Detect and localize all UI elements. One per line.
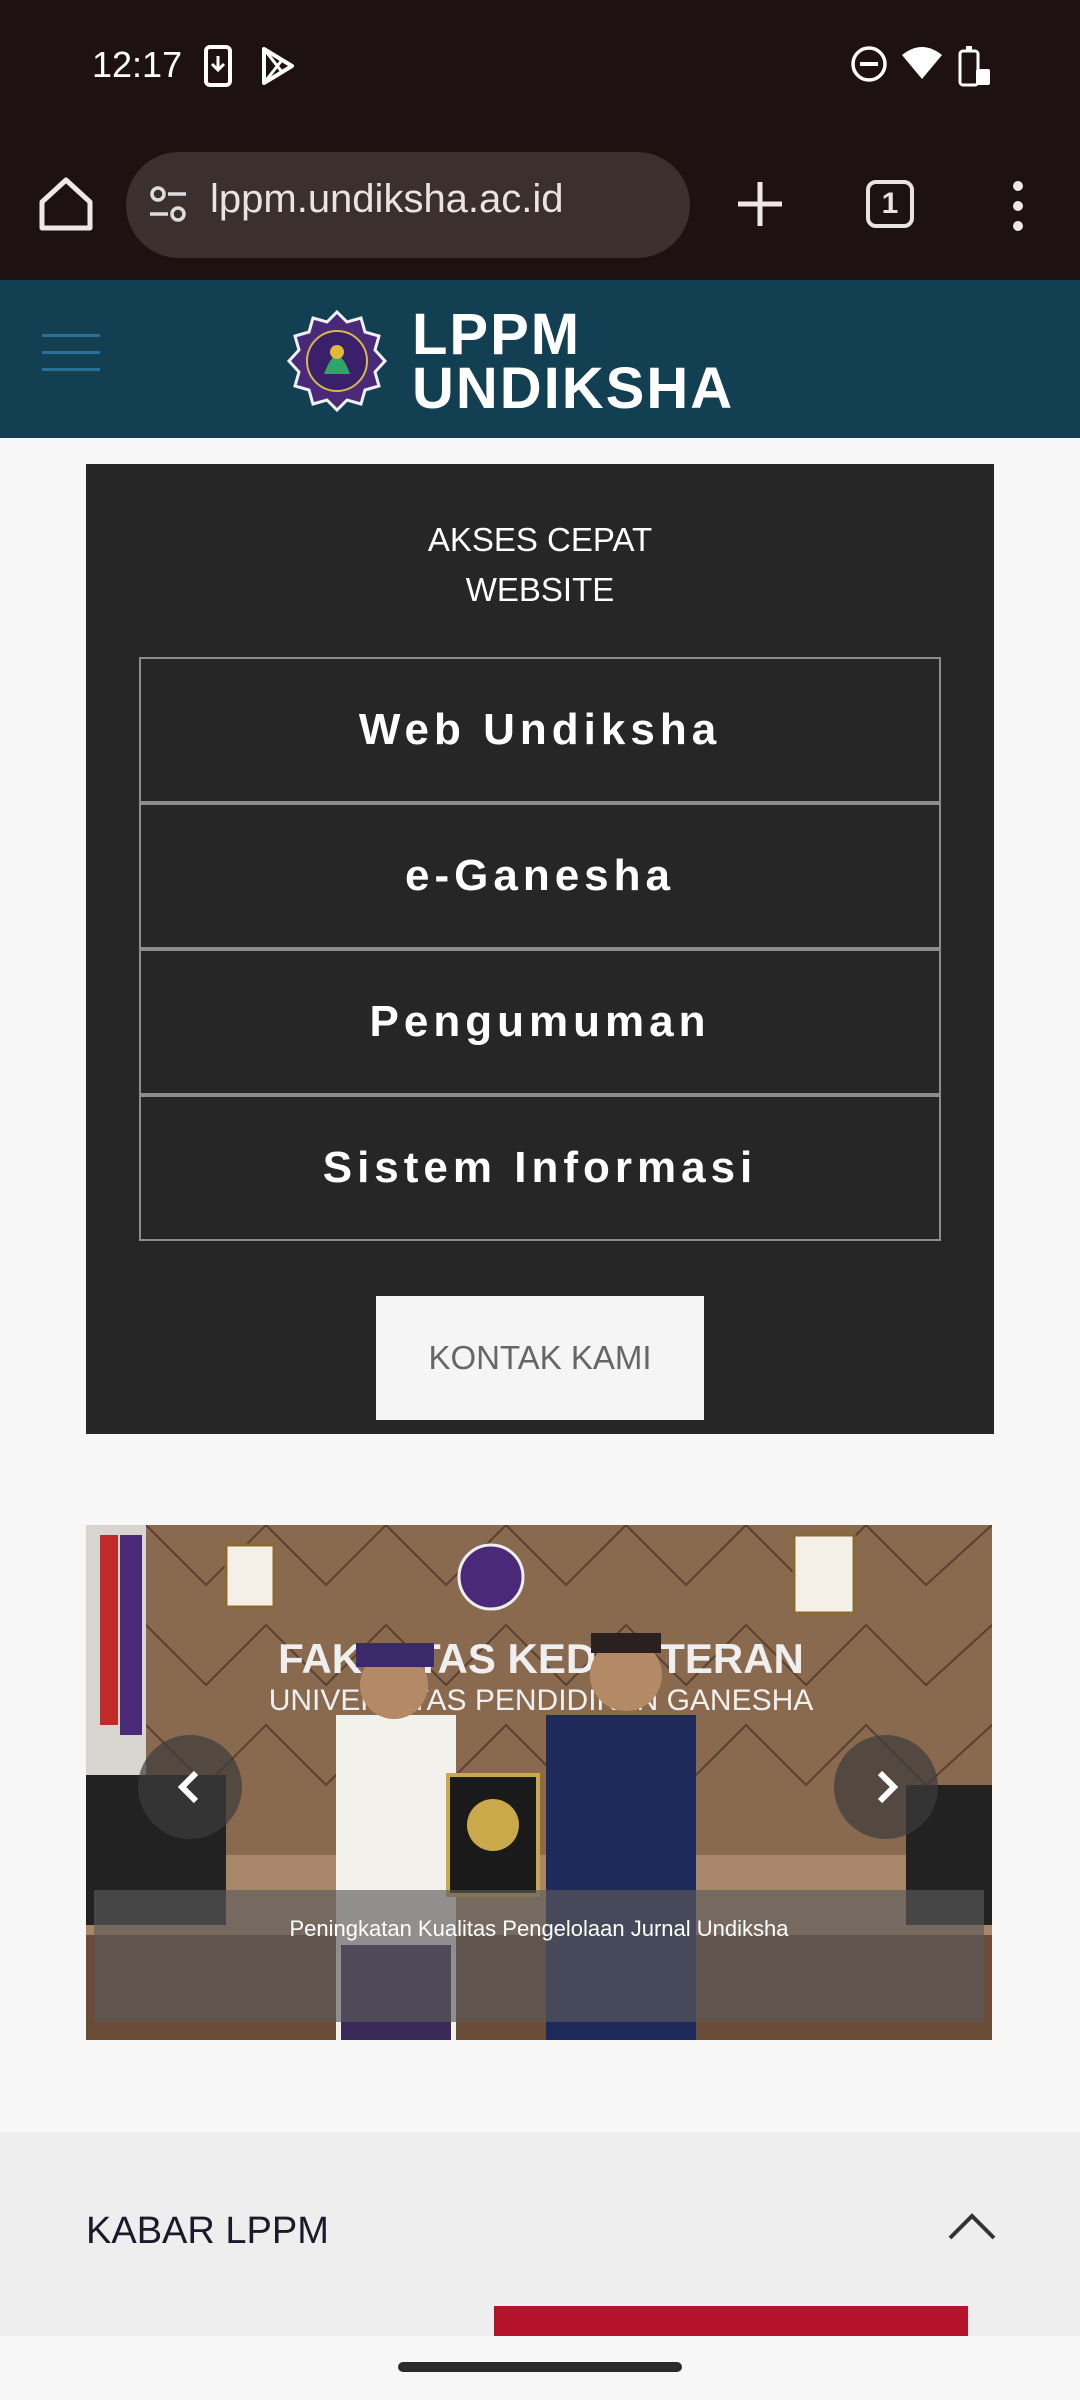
url-text[interactable]: lppm.undiksha.ac.id <box>210 177 564 222</box>
chevron-right-icon <box>877 1770 899 1804</box>
banner-line-2: UNIVERSITAS PENDIDIKAN GANESHA <box>269 1684 814 1717</box>
hamburger-menu-icon[interactable] <box>42 334 100 376</box>
section-title: KABAR LPPM <box>86 2210 329 2252</box>
contact-us-button[interactable]: KONTAK KAMI <box>376 1296 704 1420</box>
slide-caption: Peningkatan Kualitas Pengelolaan Jurnal … <box>94 1890 984 2022</box>
chevron-left-icon <box>177 1770 199 1804</box>
link-e-ganesha[interactable]: e-Ganesha <box>139 803 941 949</box>
wifi-icon <box>902 47 942 79</box>
new-tab-icon[interactable] <box>734 178 786 230</box>
more-options-icon[interactable] <box>1000 178 1036 234</box>
status-time: 12:17 <box>92 44 183 85</box>
quick-access-title-line-2: WEBSITE <box>465 571 615 608</box>
tab-switcher-button[interactable]: 1 <box>866 180 914 228</box>
link-sistem-informasi[interactable]: Sistem Informasi <box>139 1095 941 1241</box>
gesture-handle[interactable] <box>398 2362 682 2372</box>
battery-icon <box>958 46 990 87</box>
site-settings-icon[interactable] <box>146 182 190 226</box>
site-logo-text[interactable]: LPPM UNDIKSHA <box>412 302 735 421</box>
play-store-icon <box>262 47 294 85</box>
quick-access-title-line-1: AKSES CEPAT <box>427 521 653 558</box>
download-icon <box>204 45 232 87</box>
undiksha-emblem-logo[interactable] <box>284 308 390 414</box>
quick-access-title: AKSES CEPAT WEBSITE <box>86 515 994 615</box>
logo-line-2: UNDIKSHA <box>412 356 735 421</box>
slider-next-button[interactable] <box>834 1735 938 1839</box>
slider-prev-button[interactable] <box>138 1735 242 1839</box>
home-icon[interactable] <box>34 172 98 236</box>
link-pengumuman[interactable]: Pengumuman <box>139 949 941 1095</box>
link-web-undiksha[interactable]: Web Undiksha <box>139 657 941 803</box>
logo-line-1: LPPM <box>412 302 582 367</box>
dnd-icon <box>851 46 887 82</box>
chevron-up-icon[interactable] <box>946 2200 998 2252</box>
